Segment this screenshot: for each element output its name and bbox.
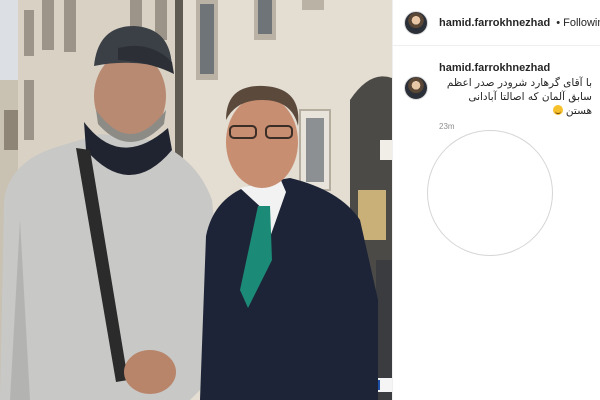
caption-text: با آقای گرهارد شرودر صدر اعظم سابق آلمان…	[446, 77, 592, 117]
grinning-face-icon	[552, 105, 563, 115]
following-button[interactable]: Following	[563, 17, 600, 29]
post-side-panel: hamid.farrokhnezhad • Following hamid.fa…	[392, 0, 600, 400]
post-photo-image	[0, 0, 392, 400]
avatar[interactable]	[404, 10, 428, 35]
post-header: hamid.farrokhnezhad • Following	[393, 0, 600, 46]
caption-body: hamid.farrokhnezhad با آقای گرهارد شرودر…	[439, 62, 592, 131]
post-username[interactable]: hamid.farrokhnezhad	[439, 17, 550, 29]
post-photo[interactable]	[0, 0, 392, 400]
caption-text-block: با آقای گرهارد شرودر صدر اعظم سابق آلمان…	[439, 76, 592, 118]
caption-username[interactable]: hamid.farrokhnezhad	[439, 62, 592, 74]
separator-dot: •	[556, 16, 561, 29]
caption-comment: hamid.farrokhnezhad با آقای گرهارد شرودر…	[393, 46, 600, 256]
caption-timestamp[interactable]: 23m	[439, 122, 592, 131]
caption-avatar[interactable]	[404, 76, 428, 100]
loading-ring	[427, 130, 553, 256]
